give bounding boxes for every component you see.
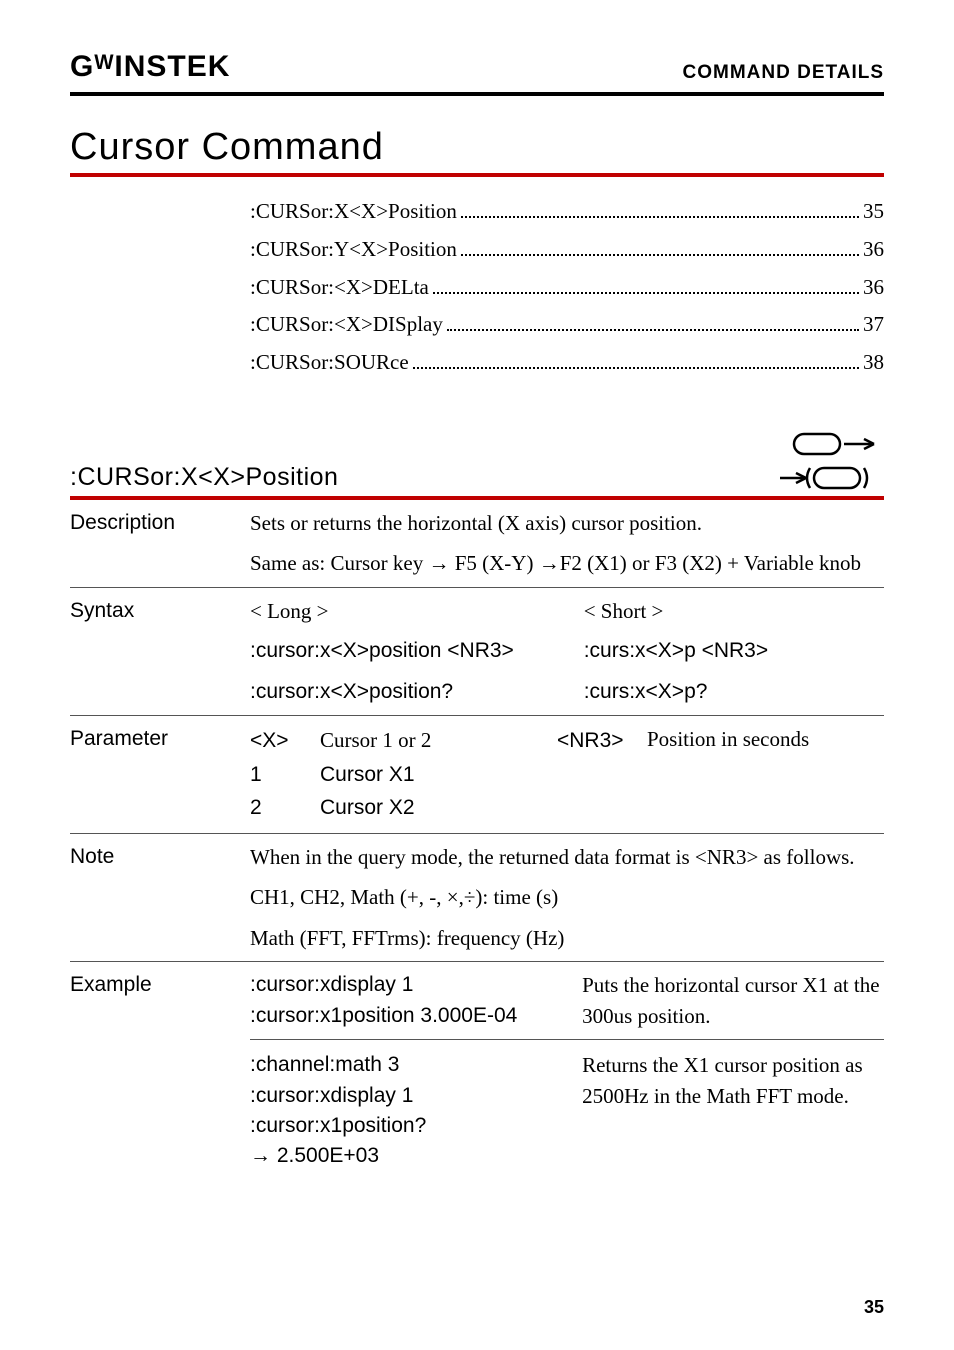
toc-dots <box>461 216 859 218</box>
toc-dots <box>461 254 859 256</box>
toc-cmd: :CURSor:Y<X>Position <box>250 231 457 269</box>
toc-dots <box>433 292 859 294</box>
description-text: Same as: Cursor key → F5 (X-Y) →F2 (X1) … <box>250 548 884 578</box>
toc-row: :CURSor:<X>DISplay 37 <box>250 306 884 344</box>
command-name: :CURSor:X<X>Position <box>70 463 338 492</box>
example-code: :cursor:x1position? <box>250 1111 582 1141</box>
param-col-desc: Cursor 1 or 2 <box>320 724 557 758</box>
note-text: When in the query mode, the returned dat… <box>250 842 884 872</box>
example-code: :cursor:xdisplay 1 <box>250 970 582 1000</box>
note-text: Math (FFT, FFTrms): frequency (Hz) <box>250 923 884 953</box>
toc-page: 35 <box>863 193 884 231</box>
example-code: → 2.500E+03 <box>250 1141 582 1171</box>
syntax-short: :curs:x<X>p? <box>584 677 884 707</box>
toc-row: :CURSor:Y<X>Position 36 <box>250 231 884 269</box>
toc-cmd: :CURSor:<X>DISplay <box>250 306 443 344</box>
set-query-icon <box>774 430 884 492</box>
toc-cmd: :CURSor:<X>DELta <box>250 269 429 307</box>
param-row-desc: Cursor X2 <box>320 791 557 825</box>
syntax-short-header: < Short > <box>584 596 884 626</box>
toc-page: 38 <box>863 344 884 382</box>
example-result: Returns the X1 cursor position as 2500Hz… <box>582 1050 884 1172</box>
page-number: 35 <box>864 1297 884 1318</box>
syntax-short: :curs:x<X>p <NR3> <box>584 636 884 666</box>
label-description: Description <box>70 508 250 579</box>
param-row: 1 <box>250 758 320 792</box>
toc-row: :CURSor:X<X>Position 35 <box>250 193 884 231</box>
description-text: Sets or returns the horizontal (X axis) … <box>250 508 884 538</box>
toc-dots <box>413 367 859 369</box>
param-col-head: <NR3> <box>557 724 647 758</box>
toc-cmd: :CURSor:SOURce <box>250 344 409 382</box>
example-result: Puts the horizontal cursor X1 at the 300… <box>582 970 884 1031</box>
param-col-desc: Position in seconds <box>647 724 884 754</box>
page-title: Cursor Command <box>70 126 884 169</box>
toc-dots <box>447 329 859 331</box>
example-code: :channel:math 3 <box>250 1050 582 1080</box>
toc-row: :CURSor:<X>DELta 36 <box>250 269 884 307</box>
red-rule <box>70 173 884 177</box>
toc-cmd: :CURSor:X<X>Position <box>250 193 457 231</box>
label-note: Note <box>70 842 250 953</box>
example-code: :cursor:xdisplay 1 <box>250 1081 582 1111</box>
label-parameter: Parameter <box>70 724 250 825</box>
header-rule <box>70 92 884 96</box>
syntax-long: :cursor:x<X>position <NR3> <box>250 636 584 666</box>
param-col-head: <X> <box>250 724 320 758</box>
toc-row: :CURSor:SOURce 38 <box>250 344 884 382</box>
header-title: COMMAND DETAILS <box>683 62 884 84</box>
label-syntax: Syntax <box>70 596 250 707</box>
syntax-long-header: < Long > <box>250 596 584 626</box>
toc: :CURSor:X<X>Position 35 :CURSor:Y<X>Posi… <box>250 193 884 382</box>
example-code: :cursor:x1position 3.000E-04 <box>250 1001 582 1031</box>
param-row-desc: Cursor X1 <box>320 758 557 792</box>
brand-logo: GᵂINSTEK <box>70 50 230 84</box>
toc-page: 36 <box>863 231 884 269</box>
toc-page: 37 <box>863 306 884 344</box>
toc-page: 36 <box>863 269 884 307</box>
param-row: 2 <box>250 791 320 825</box>
label-example: Example <box>70 970 250 1172</box>
syntax-long: :cursor:x<X>position? <box>250 677 584 707</box>
note-text: CH1, CH2, Math (+, -, ×,÷): time (s) <box>250 882 884 912</box>
